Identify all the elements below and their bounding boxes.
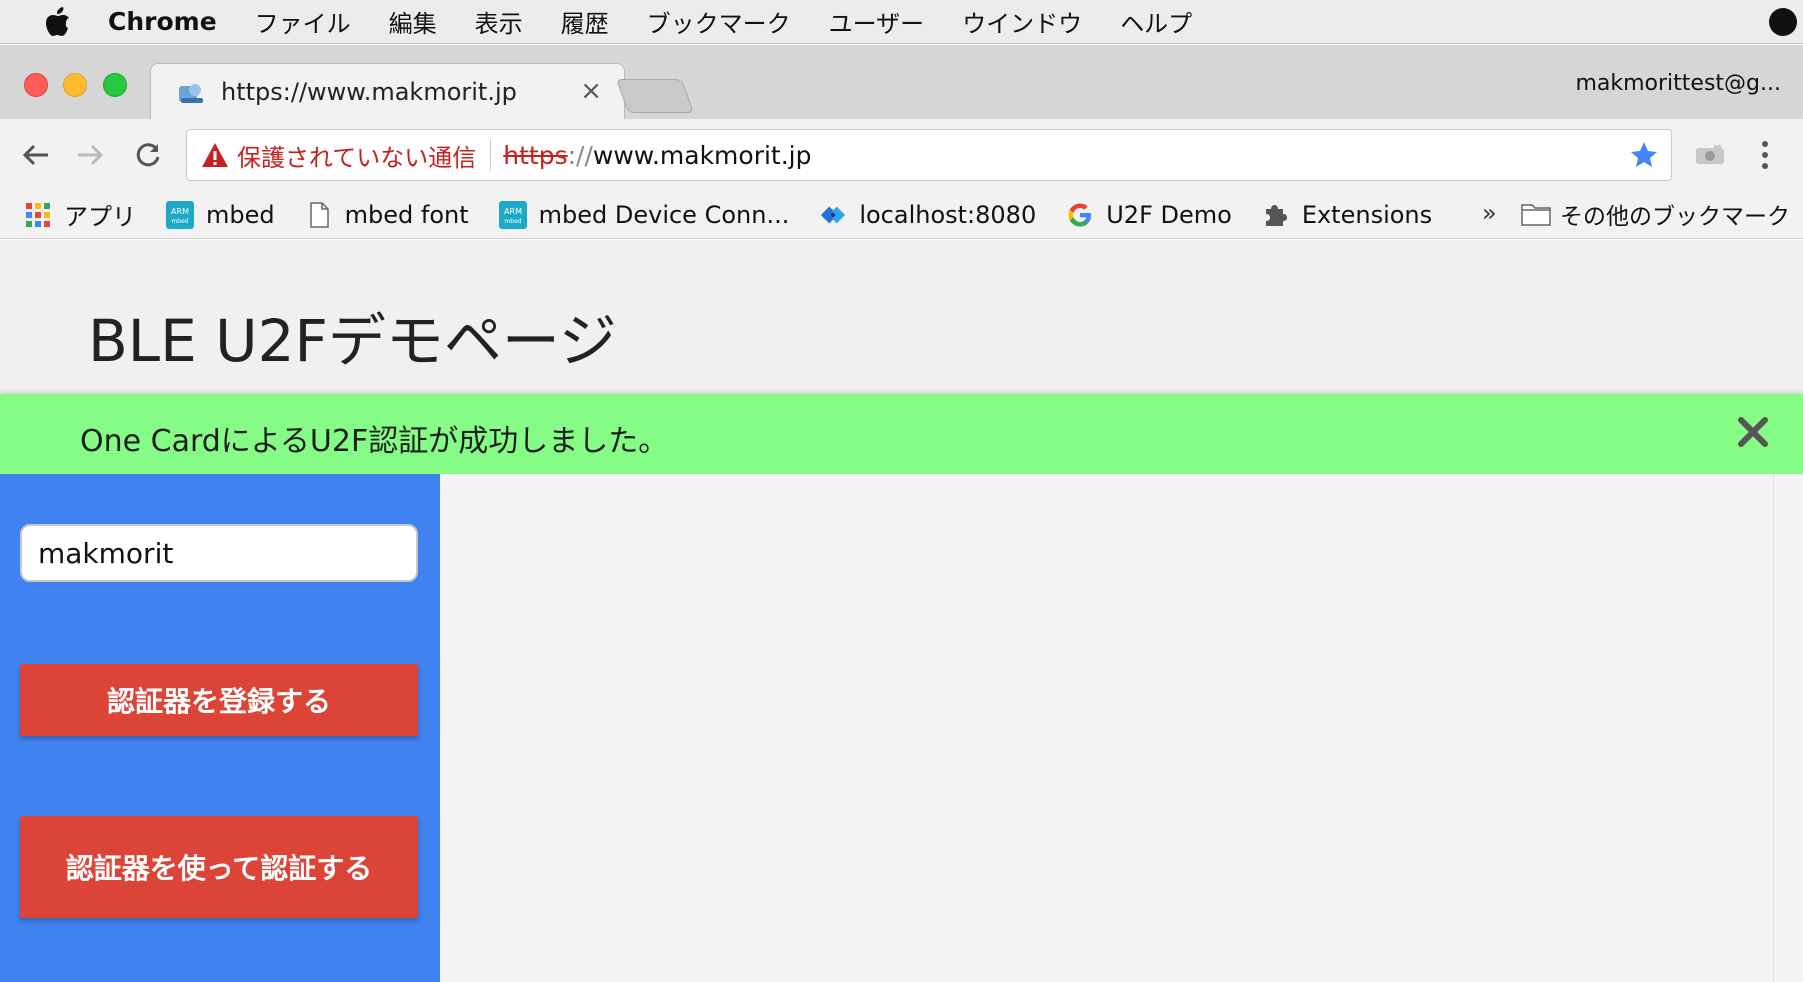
bookmark-label: mbed font: [344, 200, 469, 229]
close-icon[interactable]: [1735, 412, 1771, 452]
folder-icon: [1520, 201, 1552, 227]
alert-message: One CardによるU2F認証が成功しました。: [80, 424, 669, 459]
browser-toolbar: 保護されていない通信 https :// www.makmorit.jp: [0, 119, 1803, 191]
svg-text:mbed: mbed: [504, 218, 521, 225]
new-tab-button[interactable]: [615, 79, 695, 113]
bookmark-u2f-demo[interactable]: U2F Demo: [1066, 201, 1232, 229]
page-icon: [305, 201, 333, 229]
profile-name[interactable]: makmorittest@g...: [1575, 71, 1781, 96]
bookmark-extensions[interactable]: Extensions: [1262, 201, 1432, 229]
url-separator: ://: [567, 140, 593, 170]
bookmark-mbed[interactable]: ARM mbed mbed: [166, 200, 275, 229]
sidebar-panel: 認証器を登録する 認証器を使って認証する: [0, 474, 440, 982]
site-favicon-icon: [177, 80, 205, 106]
back-arrow-icon[interactable]: [18, 137, 54, 173]
success-alert: One CardによるU2F認証が成功しました。: [0, 394, 1803, 474]
url-scheme: https: [503, 140, 568, 170]
menu-view[interactable]: 表示: [475, 4, 523, 39]
not-secure-label[interactable]: 保護されていない通信: [237, 138, 476, 173]
forward-arrow-icon[interactable]: [72, 137, 108, 173]
menu-bookmarks[interactable]: ブックマーク: [647, 4, 791, 39]
bookmark-label: mbed: [206, 200, 275, 229]
svg-text:ARM: ARM: [171, 207, 189, 216]
google-icon: [1066, 201, 1094, 229]
address-bar[interactable]: 保護されていない通信 https :// www.makmorit.jp: [186, 129, 1672, 181]
username-input[interactable]: [20, 524, 418, 582]
menu-window[interactable]: ウインドウ: [962, 4, 1082, 39]
tab-strip: https://www.makmorit.jp × makmorittest@g…: [0, 45, 1803, 121]
apple-icon[interactable]: [38, 6, 78, 37]
warning-icon[interactable]: [201, 142, 229, 168]
menu-app-name[interactable]: Chrome: [108, 7, 217, 36]
bookmark-apps[interactable]: アプリ: [24, 197, 136, 232]
bookmark-mbed-font[interactable]: mbed font: [305, 201, 469, 229]
menu-history[interactable]: 履歴: [561, 4, 609, 39]
window-minimize-button[interactable]: [63, 73, 87, 97]
bookmark-label: U2F Demo: [1106, 200, 1232, 229]
main-content-area: [440, 474, 1773, 982]
bookmark-mbed-device-connector[interactable]: ARM mbed mbed Device Conn...: [498, 200, 790, 229]
register-authenticator-button[interactable]: 認証器を登録する: [20, 664, 418, 736]
bookmark-label: localhost:8080: [859, 200, 1037, 229]
chrome-menu-icon[interactable]: [1755, 137, 1775, 173]
bookmark-label: mbed Device Conn...: [538, 200, 790, 229]
macos-menu-bar: Chrome ファイル 編集 表示 履歴 ブックマーク ユーザー ウインドウ ヘ…: [0, 0, 1803, 44]
tab-close-icon[interactable]: ×: [580, 76, 602, 106]
menu-edit[interactable]: 編集: [389, 4, 437, 39]
other-bookmarks-label: その他のブックマーク: [1560, 204, 1790, 230]
authenticate-button[interactable]: 認証器を使って認証する: [20, 816, 418, 918]
tab-title: https://www.makmorit.jp: [221, 78, 517, 106]
puzzle-icon: [1262, 201, 1290, 229]
bookmarks-bar: アプリ ARM mbed mbed mbed font ARM mbed mbed …: [0, 191, 1803, 239]
menu-file[interactable]: ファイル: [255, 4, 351, 39]
camera-extension-icon[interactable]: [1694, 143, 1726, 167]
svg-text:mbed: mbed: [171, 218, 188, 225]
page-title: BLE U2Fデモページ: [88, 307, 617, 375]
reload-icon[interactable]: [130, 137, 166, 173]
bookmark-label: アプリ: [64, 203, 136, 231]
apps-grid-icon: [24, 201, 52, 229]
status-menu-icon[interactable]: [1769, 8, 1797, 36]
menu-people[interactable]: ユーザー: [829, 4, 925, 39]
window-zoom-button[interactable]: [103, 73, 127, 97]
bookmark-star-icon[interactable]: [1629, 140, 1659, 170]
diamond-icon: [819, 201, 847, 229]
svg-text:ARM: ARM: [504, 207, 522, 216]
url-host: www.makmorit.jp: [592, 140, 812, 170]
arm-mbed-icon: ARM mbed: [498, 200, 527, 229]
browser-tab-active[interactable]: https://www.makmorit.jp ×: [150, 63, 625, 121]
bookmark-label: Extensions: [1301, 200, 1433, 229]
page-header: BLE U2Fデモページ: [0, 240, 1803, 394]
menu-help[interactable]: ヘルプ: [1120, 4, 1192, 39]
bookmark-localhost[interactable]: localhost:8080: [819, 201, 1036, 229]
other-bookmarks-folder[interactable]: その他のブックマーク: [1520, 197, 1790, 231]
omnibox-divider: [490, 139, 492, 171]
window-close-button[interactable]: [24, 73, 48, 97]
bookmarks-overflow-icon[interactable]: »: [1482, 199, 1497, 227]
arm-mbed-icon: ARM mbed: [166, 200, 194, 229]
scrollbar-track[interactable]: [1773, 474, 1803, 982]
